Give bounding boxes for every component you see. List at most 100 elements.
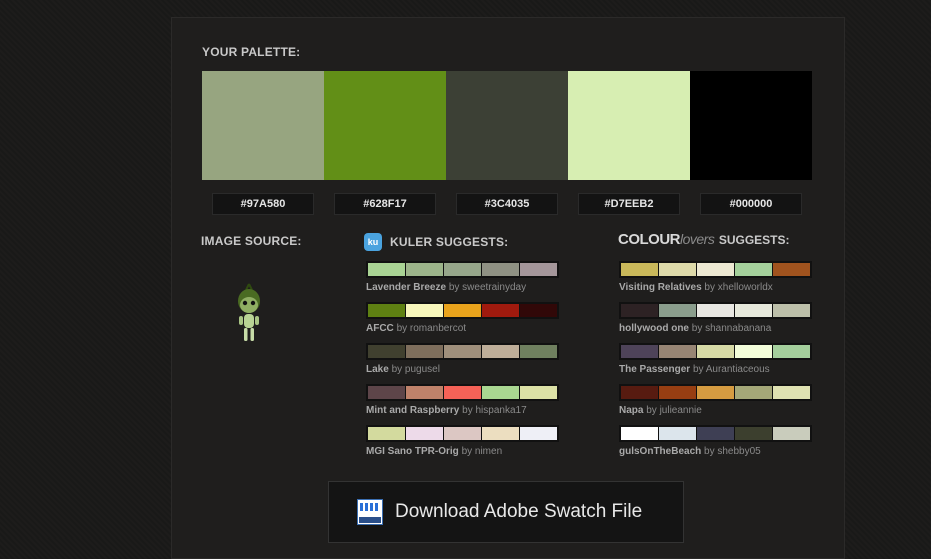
hex-code-field[interactable]: #000000 (700, 193, 802, 215)
color-chip (406, 386, 443, 399)
palette-strip[interactable] (619, 302, 812, 319)
palette-swatch[interactable] (202, 71, 324, 180)
colourlovers-suggestion[interactable]: gulsOnTheBeach by shebby05 (619, 425, 812, 457)
color-chip (444, 427, 481, 440)
palette-strip[interactable] (366, 302, 559, 319)
suggestion-name[interactable]: Napa (619, 405, 643, 416)
color-chip (621, 345, 658, 358)
download-swatch-button[interactable]: Download Adobe Swatch File (328, 481, 684, 543)
color-chip (482, 386, 519, 399)
color-chip (368, 304, 405, 317)
hex-code-field[interactable]: #97A580 (212, 193, 314, 215)
color-chip (621, 304, 658, 317)
color-chip (520, 427, 557, 440)
hex-code-row: #97A580 #628F17 #3C4035 #D7EEB2 #000000 (202, 193, 812, 215)
color-chip (520, 345, 557, 358)
suggestion-name[interactable]: hollywood one (619, 323, 689, 334)
your-palette-heading: YOUR PALETTE: (202, 45, 301, 59)
color-chip (520, 263, 557, 276)
color-chip (659, 386, 696, 399)
color-chip (621, 263, 658, 276)
colourlovers-suggestion[interactable]: Napa by julieannie (619, 384, 812, 416)
suggestion-author: by romanbercot (396, 323, 467, 334)
color-chip (773, 304, 810, 317)
colourlovers-heading: COLOURlovers SUGGESTS: (618, 231, 790, 248)
hex-code-field[interactable]: #3C4035 (456, 193, 558, 215)
color-chip (444, 386, 481, 399)
color-chip (735, 345, 772, 358)
kuler-suggestion[interactable]: Mint and Raspberry by hispanka17 (366, 384, 559, 416)
palette-strip[interactable] (366, 425, 559, 442)
color-chip (697, 263, 734, 276)
color-chip (482, 263, 519, 276)
colourlovers-suggestion[interactable]: The Passenger by Aurantiaceous (619, 343, 812, 375)
suggestion-name[interactable]: gulsOnTheBeach (619, 446, 701, 457)
color-chip (621, 427, 658, 440)
color-chip (735, 304, 772, 317)
kuler-suggestion[interactable]: Lavender Breeze by sweetrainyday (366, 261, 559, 293)
suggestion-author: by shebby05 (704, 446, 761, 457)
suggestion-author: by sweetrainyday (448, 282, 527, 293)
color-chip (773, 263, 810, 276)
kuler-suggestion[interactable]: MGI Sano TPR-Orig by nimen (366, 425, 559, 457)
color-chip (735, 427, 772, 440)
color-chip (773, 386, 810, 399)
color-chip (368, 263, 405, 276)
color-chip (735, 263, 772, 276)
palette-swatch[interactable] (324, 71, 446, 180)
palette-panel: YOUR PALETTE: #97A580 #628F17 #3C4035 #D… (171, 17, 845, 559)
color-chip (659, 427, 696, 440)
color-chip (659, 304, 696, 317)
suggestion-name[interactable]: Mint and Raspberry (366, 405, 459, 416)
palette-strip[interactable] (619, 384, 812, 401)
color-chip (520, 304, 557, 317)
palette-strip[interactable] (366, 261, 559, 278)
suggestion-name[interactable]: Lake (366, 364, 389, 375)
colourlovers-logo: COLOURlovers (618, 231, 715, 248)
color-chip (697, 386, 734, 399)
kuler-suggests-heading: KULER SUGGESTS: (390, 235, 509, 249)
colourlovers-suggestion[interactable]: Visiting Relatives by xhelloworldx (619, 261, 812, 293)
palette-strip[interactable] (619, 261, 812, 278)
palette-strip[interactable] (366, 384, 559, 401)
color-chip (659, 345, 696, 358)
color-chip (697, 345, 734, 358)
color-chip (773, 427, 810, 440)
color-chip (406, 345, 443, 358)
suggestion-name[interactable]: MGI Sano TPR-Orig (366, 446, 459, 457)
suggestion-name[interactable]: Lavender Breeze (366, 282, 446, 293)
kuler-logo-icon: ku (364, 233, 382, 251)
color-chip (368, 386, 405, 399)
suggestion-author: by julieannie (646, 405, 702, 416)
hex-code-field[interactable]: #628F17 (334, 193, 436, 215)
hex-code-field[interactable]: #D7EEB2 (578, 193, 680, 215)
color-chip (406, 427, 443, 440)
palette-strip[interactable] (366, 343, 559, 360)
suggestion-author: by shannabanana (691, 323, 772, 334)
palette-strip[interactable] (619, 343, 812, 360)
palette-swatch[interactable] (568, 71, 690, 180)
suggestion-author: by xhelloworldx (704, 282, 773, 293)
image-source-heading: IMAGE SOURCE: (201, 234, 302, 248)
swatch-file-icon (357, 499, 383, 525)
alien-sprite-icon (238, 283, 260, 341)
palette-swatches (202, 71, 812, 180)
kuler-suggestion[interactable]: Lake by pugusel (366, 343, 559, 375)
color-chip (444, 263, 481, 276)
color-chip (368, 427, 405, 440)
suggestion-name[interactable]: Visiting Relatives (619, 282, 702, 293)
color-chip (482, 345, 519, 358)
suggestion-name[interactable]: AFCC (366, 323, 394, 334)
suggestion-author: by pugusel (391, 364, 440, 375)
suggestion-author: by nimen (461, 446, 503, 457)
kuler-suggestion[interactable]: AFCC by romanbercot (366, 302, 559, 334)
color-chip (697, 427, 734, 440)
color-chip (697, 304, 734, 317)
palette-swatch[interactable] (690, 71, 812, 180)
suggestion-author: by Aurantiaceous (692, 364, 770, 375)
palette-strip[interactable] (619, 425, 812, 442)
palette-swatch[interactable] (446, 71, 568, 180)
colourlovers-suggestion[interactable]: hollywood one by shannabanana (619, 302, 812, 334)
suggestion-name[interactable]: The Passenger (619, 364, 690, 375)
color-chip (735, 386, 772, 399)
